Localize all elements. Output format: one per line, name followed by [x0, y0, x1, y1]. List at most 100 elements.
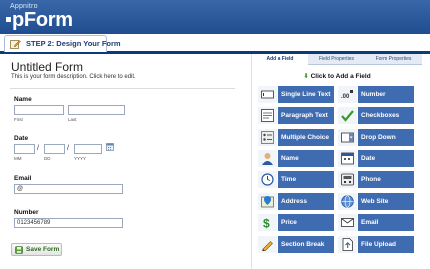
paragraph-icon [261, 109, 274, 122]
add-field-address-button[interactable]: Address [258, 193, 336, 210]
add-field-time-button[interactable]: Time [258, 171, 336, 188]
email-label[interactable]: Email [14, 175, 31, 182]
envelope-icon [341, 218, 354, 227]
field-panel: Add a Field Field Properties Form Proper… [251, 54, 422, 269]
add-field-multiple-choice-button[interactable]: Multiple Choice [258, 129, 336, 146]
phone-icon-box [338, 171, 357, 188]
email-input[interactable]: @ [14, 184, 123, 194]
form-title[interactable]: Untitled Form [11, 60, 83, 74]
field-type-label: Paragraph Text [278, 107, 334, 124]
first-sublabel: First [14, 117, 23, 122]
form-description[interactable]: This is your form description. Click her… [11, 74, 136, 80]
paragraph-icon-box [258, 107, 277, 124]
envelope-icon-box [338, 214, 357, 231]
dropdown-icon [341, 132, 354, 143]
field-type-label: Name [278, 150, 334, 167]
calendar-icon[interactable] [106, 143, 114, 151]
add-field-hint-text: Click to Add a Field [310, 73, 371, 80]
date-separator: / [67, 145, 69, 152]
step-label: STEP 2: Design Your Form [26, 39, 121, 48]
tab-form-properties[interactable]: Form Properties [365, 54, 422, 65]
person-icon [262, 153, 273, 165]
add-field-drop-down-button[interactable]: Drop Down [338, 129, 416, 146]
add-field-number-button[interactable]: .00 Number [338, 86, 416, 103]
tab-add-field[interactable]: Add a Field [252, 54, 308, 65]
dollar-icon-box: $ [258, 214, 277, 231]
dollar-icon: $ [263, 217, 270, 230]
add-field-single-line-text-button[interactable]: Single Line Text [258, 86, 336, 103]
down-arrow-icon: ⬇ [303, 73, 309, 80]
add-field-email-button[interactable]: Email [338, 214, 416, 231]
file-upload-icon [342, 238, 353, 251]
field-type-label: Price [278, 214, 334, 231]
add-field-price-button[interactable]: $ Price [258, 214, 336, 231]
date-dd-input[interactable] [44, 144, 65, 154]
clock-icon [261, 173, 274, 186]
dropdown-icon-box [338, 129, 357, 146]
panel-tabs: Add a Field Field Properties Form Proper… [252, 54, 422, 65]
radio-list-icon-box [258, 129, 277, 146]
field-type-label: Number [358, 86, 414, 103]
calendar-icon [341, 152, 354, 165]
map-pin-icon-box [258, 193, 277, 210]
add-field-checkboxes-button[interactable]: Checkboxes [338, 107, 416, 124]
checkmark-icon-box [338, 107, 357, 124]
field-type-label: Single Line Text [278, 86, 334, 103]
last-sublabel: Last [68, 117, 77, 122]
globe-icon [341, 195, 354, 208]
add-field-date-button[interactable]: Date [338, 150, 416, 167]
add-field-file-upload-button[interactable]: File Upload [338, 236, 416, 253]
step-tab[interactable]: STEP 2: Design Your Form [4, 35, 121, 52]
date-yyyy-input[interactable] [74, 144, 102, 154]
checkmark-icon [341, 110, 354, 122]
field-type-label: Section Break [278, 236, 334, 253]
date-label[interactable]: Date [14, 135, 28, 142]
field-type-label: Multiple Choice [278, 129, 334, 146]
radio-list-icon [261, 131, 274, 144]
first-name-input[interactable] [14, 105, 64, 115]
add-field-paragraph-text-button[interactable]: Paragraph Text [258, 107, 336, 124]
map-pin-icon [261, 196, 274, 208]
pencil-icon [262, 241, 273, 251]
tab-field-properties[interactable]: Field Properties [308, 54, 365, 65]
number-input[interactable]: 0123456789 [14, 218, 123, 228]
add-field-section-break-button[interactable]: Section Break [258, 236, 336, 253]
field-type-label: Date [358, 150, 414, 167]
brand-logo[interactable]: pForm [6, 9, 73, 31]
svg-text:.00: .00 [341, 94, 350, 100]
date-separator: / [37, 145, 39, 152]
field-type-label: Phone [358, 171, 414, 188]
globe-icon-box [338, 193, 357, 210]
number-icon-box: .00 [338, 86, 357, 103]
pencil-form-icon [10, 40, 21, 49]
add-field-name-button[interactable]: Name [258, 150, 336, 167]
text-field-icon-box [258, 86, 277, 103]
number-label[interactable]: Number [14, 209, 39, 216]
name-label[interactable]: Name [14, 96, 32, 103]
field-type-label: Email [358, 214, 414, 231]
mm-sublabel: MM [14, 156, 22, 161]
save-icon [15, 246, 23, 254]
field-type-label: File Upload [358, 236, 414, 253]
pencil-icon-box [258, 236, 277, 253]
calendar-icon-box [338, 150, 357, 167]
field-type-label: Web Site [358, 193, 414, 210]
form-header-divider [10, 88, 235, 89]
add-field-web-site-button[interactable]: Web Site [338, 193, 416, 210]
dd-sublabel: DD [44, 156, 51, 161]
file-upload-icon-box [338, 236, 357, 253]
last-name-input[interactable] [68, 105, 125, 115]
date-mm-input[interactable] [14, 144, 35, 154]
app-header: Appnitro pForm [0, 0, 430, 34]
field-type-label: Checkboxes [358, 107, 414, 124]
number-icon: .00 [341, 90, 353, 100]
phone-icon [341, 173, 354, 186]
person-icon-box [258, 150, 277, 167]
svg-text:$: $ [263, 217, 270, 230]
save-form-button[interactable]: Save Form [11, 243, 62, 256]
brand-main: pForm [12, 9, 73, 31]
field-type-label: Address [278, 193, 334, 210]
field-type-label: Drop Down [358, 129, 414, 146]
yyyy-sublabel: YYYY [74, 156, 87, 161]
add-field-phone-button[interactable]: Phone [338, 171, 416, 188]
